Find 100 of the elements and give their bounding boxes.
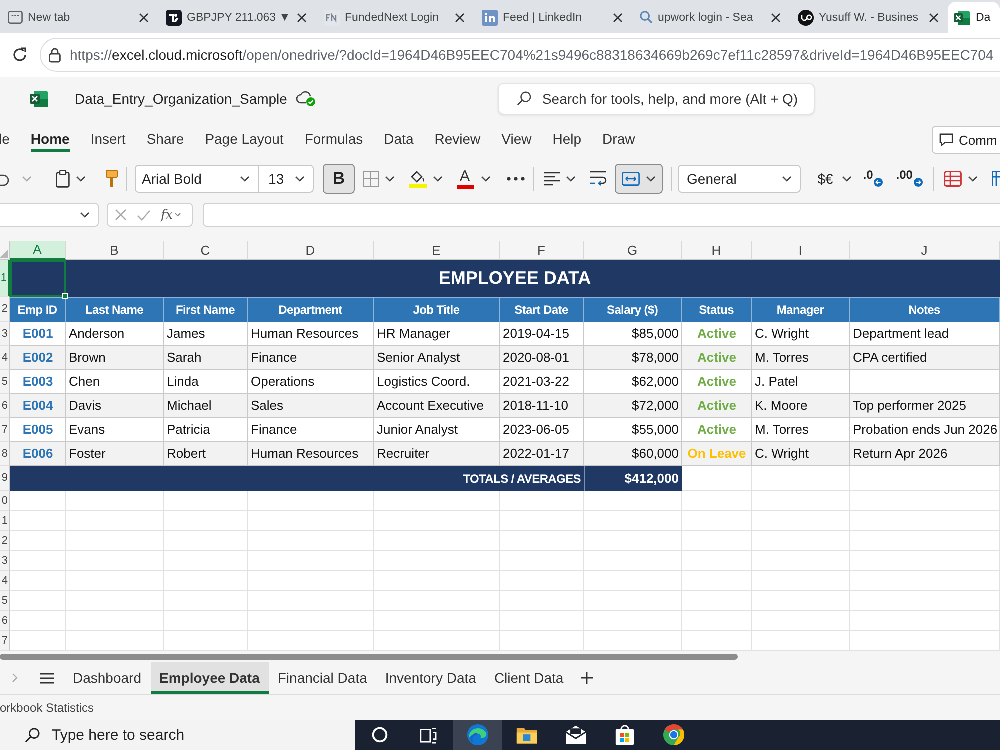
more-icon[interactable]	[507, 176, 526, 180]
sheet-tab[interactable]: Financial Data	[268, 662, 376, 694]
fill-handle-icon[interactable]	[62, 293, 68, 299]
bold-button[interactable]: B	[323, 164, 356, 194]
browser-tab[interactable]: upwork login - Sea	[632, 2, 787, 33]
formula-field[interactable]	[203, 203, 1000, 227]
ribbon-tab[interactable]: Formulas	[304, 126, 364, 152]
close-icon[interactable]	[139, 12, 149, 22]
column-letter[interactable]: A	[10, 241, 66, 260]
borders-icon[interactable]	[363, 170, 380, 186]
row-number[interactable]: 5	[0, 591, 10, 611]
font-name-dropdown[interactable]: Arial Bold	[135, 164, 259, 192]
caret-icon[interactable]	[566, 176, 576, 182]
merge-button[interactable]	[615, 164, 664, 194]
align-icon[interactable]	[544, 172, 560, 186]
ribbon-tab[interactable]: Page Layout	[205, 126, 284, 152]
table-cell: J. Patel	[752, 370, 850, 394]
ribbon-tab[interactable]: Insert	[90, 126, 126, 152]
fill-color-icon[interactable]	[409, 170, 428, 188]
row-number[interactable]: 6	[0, 611, 10, 631]
insert-function-button[interactable]: fx	[161, 208, 174, 222]
decimal-button[interactable]: .00	[895, 166, 925, 190]
cancel-icon[interactable]	[115, 209, 127, 221]
row-number[interactable]: 7	[0, 631, 10, 651]
sheet-tab[interactable]: Dashboard	[64, 662, 150, 694]
ribbon-tab[interactable]: View	[502, 126, 532, 152]
ribbon-tab[interactable]: Review	[434, 126, 481, 152]
table-cell: James	[164, 322, 248, 346]
browser-tab[interactable]: Feed | LinkedIn	[474, 2, 629, 33]
search-field[interactable]: Search for tools, help, and more (Alt + Q)	[498, 82, 816, 114]
currency-button[interactable]: $€	[814, 166, 836, 190]
ribbon-tab[interactable]: Draw	[602, 126, 636, 152]
close-icon[interactable]	[455, 12, 465, 22]
reload-icon[interactable]	[12, 47, 28, 63]
browser-tab[interactable]: Yusuff W. - Busines	[790, 2, 945, 33]
browser-tab[interactable]: FundedNext Login	[316, 2, 471, 33]
sheet-tab[interactable]: Inventory Data	[376, 662, 486, 694]
shopping-bag-icon	[614, 724, 634, 746]
check-icon[interactable]	[137, 210, 151, 220]
row-number[interactable]: 1	[0, 260, 10, 297]
sheet-tab[interactable]: Client Data	[485, 662, 573, 694]
wrap-text-icon[interactable]	[590, 171, 608, 186]
close-icon[interactable]	[929, 12, 939, 22]
table-cell: $72,000	[584, 394, 682, 418]
ribbon-tab[interactable]: Home	[30, 126, 70, 152]
ribbon-tab[interactable]: Data	[384, 126, 414, 152]
number-format-dropdown[interactable]: General	[678, 164, 801, 192]
row-number[interactable]: 2	[0, 531, 10, 551]
close-icon[interactable]	[771, 12, 781, 22]
row-number[interactable]: 1	[0, 511, 10, 531]
cloud-check-icon[interactable]	[296, 90, 316, 106]
row-number[interactable]: 6	[0, 394, 10, 418]
row-number[interactable]: 7	[0, 418, 10, 442]
row-number[interactable]: 3	[0, 551, 10, 571]
sheet-tab[interactable]: Employee Data	[150, 662, 269, 694]
browser-tab[interactable]: Da	[948, 2, 1000, 33]
font-size-dropdown[interactable]: 13	[258, 164, 314, 192]
caret-icon[interactable]	[481, 176, 492, 182]
table-icon[interactable]	[944, 170, 962, 186]
row-number[interactable]: 8	[0, 442, 10, 466]
caret-icon[interactable]	[385, 176, 396, 182]
table-cell: $78,000	[584, 346, 682, 370]
clipboard-icon[interactable]	[56, 170, 70, 188]
row-number[interactable]: 0	[0, 491, 10, 511]
site-info-icon[interactable]	[49, 48, 61, 62]
scrollbar-thumb[interactable]	[0, 654, 738, 660]
spreadsheet-icon[interactable]	[30, 90, 48, 108]
search-field[interactable]: Type here to search	[0, 720, 355, 750]
browser-tab[interactable]: New tab	[0, 2, 155, 33]
close-icon[interactable]	[613, 12, 623, 22]
format-painter-icon[interactable]	[106, 170, 118, 188]
caret-icon[interactable]	[433, 176, 444, 182]
decimal-button[interactable]: .0	[862, 166, 886, 190]
caret-icon[interactable]	[76, 176, 86, 182]
add-sheet-icon[interactable]	[580, 672, 593, 684]
table-cell: Patricia	[164, 418, 248, 442]
chevron-right-icon[interactable]	[12, 673, 18, 683]
caret-icon[interactable]	[968, 176, 978, 182]
grid-icon[interactable]	[992, 170, 1000, 186]
name-box-field[interactable]	[0, 203, 99, 227]
row-number[interactable]: 5	[0, 370, 10, 394]
close-icon[interactable]	[297, 12, 307, 22]
menu-icon[interactable]	[40, 672, 54, 684]
address-field[interactable]: https://excel.cloud.microsoft/open/onedrive/?docId=1964D46B95EEC704%21s9496c88318634669b269c7ef11c28597&driveId=1964D46B95EEC704	[40, 38, 1000, 72]
browser-tab[interactable]: GBPJPY 211.063 ▼	[158, 2, 313, 33]
ribbon-tab[interactable]: Share	[146, 126, 184, 152]
row-number[interactable]: 3	[0, 322, 10, 346]
table-cell: Anderson	[66, 322, 164, 346]
select-all-icon[interactable]	[0, 250, 8, 258]
row-number[interactable]: 9	[0, 466, 10, 491]
caret-icon[interactable]	[842, 176, 852, 182]
row-number[interactable]: 2	[0, 297, 10, 322]
comments-button[interactable]: Comm	[932, 126, 1000, 154]
ribbon-tab[interactable]: Help	[552, 126, 582, 152]
ribbon-tab[interactable]: le	[0, 126, 10, 152]
row-number[interactable]: 4	[0, 346, 10, 370]
file-name[interactable]: Data_Entry_Organization_Sample	[75, 90, 288, 106]
status-text[interactable]: orkbook Statistics	[0, 700, 94, 714]
font-color-button[interactable]: A	[455, 166, 476, 192]
row-number[interactable]: 4	[0, 571, 10, 591]
